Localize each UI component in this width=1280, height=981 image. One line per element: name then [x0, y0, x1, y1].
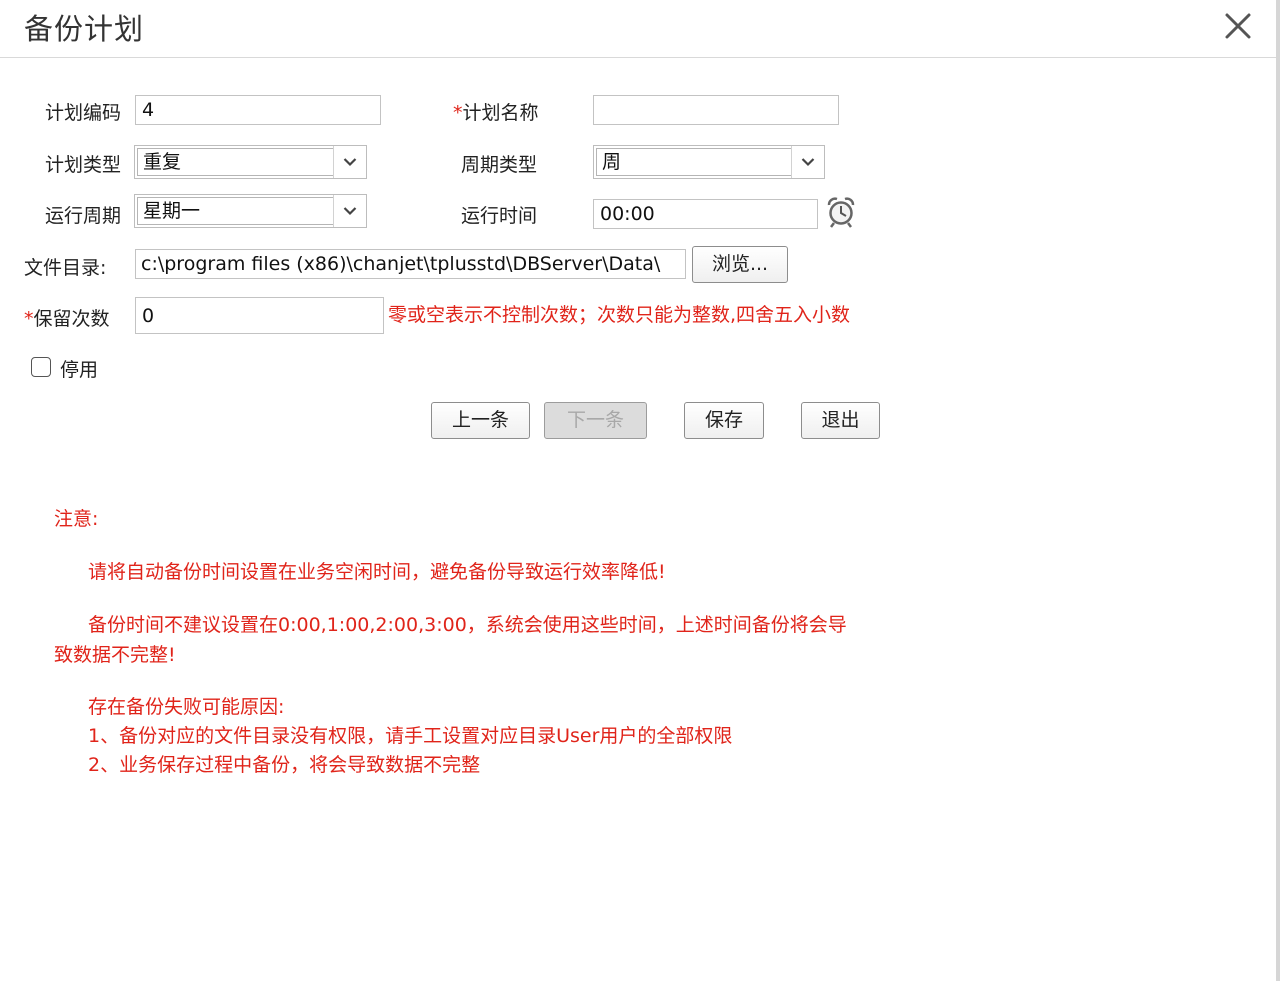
exit-button[interactable]: 退出 [801, 402, 880, 439]
file-dir-input[interactable] [135, 249, 686, 279]
close-icon [1225, 13, 1251, 39]
title-bar: 备份计划 [0, 0, 1276, 58]
note-line: 请将自动备份时间设置在业务空闲时间，避免备份导致运行效率降低! [88, 561, 666, 583]
close-button[interactable] [1220, 8, 1256, 44]
next-button[interactable]: 下一条 [544, 402, 647, 439]
retain-count-hint: 零或空表示不控制次数；次数只能为整数,四舍五入小数 [388, 304, 851, 326]
retain-count-label-text: 保留次数 [33, 308, 110, 330]
browse-button[interactable]: 浏览... [692, 246, 788, 283]
cycle-type-select[interactable]: 周 [593, 145, 825, 179]
run-cycle-value: 星期一 [137, 197, 334, 225]
plan-type-select[interactable]: 重复 [134, 145, 367, 179]
alarm-clock-icon [827, 197, 855, 228]
plan-name-input[interactable] [593, 95, 839, 125]
note-line: 2、业务保存过程中备份，将会导致数据不完整 [88, 754, 481, 776]
run-cycle-select[interactable]: 星期一 [134, 194, 367, 228]
file-dir-label: 文件目录: [24, 257, 107, 279]
cycle-type-label: 周期类型 [461, 154, 538, 176]
time-picker-button[interactable] [826, 196, 856, 228]
plan-name-label-text: 计划名称 [462, 102, 539, 124]
chevron-down-icon [333, 195, 366, 227]
chevron-down-icon [333, 146, 366, 178]
plan-name-label: *计划名称 [453, 98, 539, 125]
note-line: 1、备份对应的文件目录没有权限，请手工设置对应目录User用户的全部权限 [88, 725, 733, 747]
run-time-input[interactable] [593, 199, 818, 229]
plan-type-value: 重复 [137, 148, 334, 176]
plan-code-label: 计划编码 [45, 102, 122, 124]
plan-type-label: 计划类型 [45, 154, 122, 176]
note-line: 存在备份失败可能原因: [88, 696, 285, 718]
save-button[interactable]: 保存 [684, 402, 764, 439]
run-time-label: 运行时间 [461, 205, 538, 227]
notes-heading: 注意: [54, 508, 99, 530]
run-cycle-label: 运行周期 [45, 205, 122, 227]
cycle-type-value: 周 [596, 148, 792, 176]
required-mark: * [453, 102, 463, 124]
note-line: 备份时间不建议设置在0:00,1:00,2:00,3:00，系统会使用这些时间，… [88, 614, 847, 636]
window-edge [1276, 0, 1280, 981]
dialog-title: 备份计划 [24, 12, 145, 46]
plan-code-input[interactable] [135, 95, 381, 125]
note-line: 致数据不完整! [54, 644, 176, 666]
prev-button[interactable]: 上一条 [431, 402, 530, 439]
disable-label[interactable]: 停用 [60, 355, 98, 382]
retain-count-label: *保留次数 [24, 304, 110, 331]
backup-plan-dialog: 备份计划 计划编码 *计划名称 计划类型 重复 周期类型 周 运行周期 星期一 … [0, 0, 1280, 981]
disable-checkbox[interactable] [31, 357, 51, 377]
chevron-down-icon [791, 146, 824, 178]
retain-count-input[interactable] [135, 297, 384, 334]
required-mark: * [24, 308, 34, 330]
